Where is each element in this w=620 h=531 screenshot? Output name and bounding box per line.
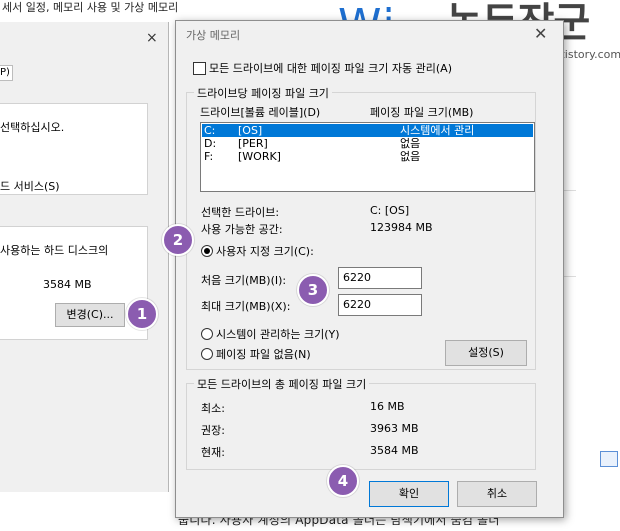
dialog-title: 가상 메모리 [186,29,241,42]
panel-text: 선택하십시오. [0,121,65,134]
step-badge: 1 [126,298,158,330]
drive-row[interactable]: D: [PER] 없음 [202,137,533,150]
per-drive-group-title: 드라이브당 페이징 파일 크기 [194,85,332,101]
tab-advanced[interactable]: P) [0,65,13,81]
initial-size-input[interactable]: 6220 [338,267,422,289]
custom-size-radio[interactable] [201,245,213,257]
auto-manage-checkbox[interactable] [193,62,206,75]
max-size-label: 최대 크기(MB)(X): [201,300,291,313]
max-size-input[interactable]: 6220 [338,294,422,316]
panel-text: 드 서비스(S) [0,180,60,193]
panel-text: 사용하는 하드 디스크의 [0,244,109,257]
min-label: 최소: [201,402,225,415]
paging-size-value: 3584 MB [43,278,92,291]
ok-button[interactable]: 확인 [369,481,449,507]
total-group-title: 모든 드라이브의 총 페이징 파일 크기 [194,376,370,392]
custom-size-label: 사용자 지정 크기(C): [216,245,314,258]
recommended-value: 3963 MB [370,422,419,435]
change-button[interactable]: 변경(C)... [55,303,125,327]
set-button[interactable]: 설정(S) [445,340,527,366]
initial-size-label: 처음 크기(MB)(I): [201,274,287,287]
auto-manage-label: 모든 드라이브에 대한 페이징 파일 크기 자동 관리(A) [209,62,452,75]
drive-list[interactable]: C: [OS] 시스템에서 관리 D: [PER] 없음 F: [WORK] 없… [200,122,535,192]
step-badge: 2 [162,224,194,256]
drive-row[interactable]: C: [OS] 시스템에서 관리 [202,124,533,137]
selected-drive-value: C: [OS] [370,204,410,217]
selected-drive-label: 선택한 드라이브: [201,206,280,219]
system-managed-label: 시스템이 관리하는 크기(Y) [216,328,340,341]
free-space-label: 사용 가능한 공간: [201,223,283,236]
current-label: 현재: [201,446,225,459]
current-value: 3584 MB [370,444,419,457]
no-paging-label: 페이징 파일 없음(N) [216,348,311,361]
column-header-drive: 드라이브[볼륨 레이블](D) [200,106,321,119]
close-icon[interactable]: ✕ [534,24,547,43]
no-paging-radio[interactable] [201,348,213,360]
total-paging-group [186,383,536,470]
column-header-size: 페이징 파일 크기(MB) [370,106,474,119]
system-managed-radio[interactable] [201,328,213,340]
doc-top-text: 세서 일정, 메모리 사용 및 가상 메모리 [2,1,179,14]
close-icon[interactable]: × [146,30,158,46]
grid-view-icon[interactable] [600,451,618,467]
free-space-value: 123984 MB [370,221,433,234]
cancel-button[interactable]: 취소 [457,481,537,507]
min-value: 16 MB [370,400,405,413]
step-badge: 4 [327,465,359,497]
recommended-label: 권장: [201,424,225,437]
step-badge: 3 [297,274,329,306]
drive-row[interactable]: F: [WORK] 없음 [202,150,533,163]
